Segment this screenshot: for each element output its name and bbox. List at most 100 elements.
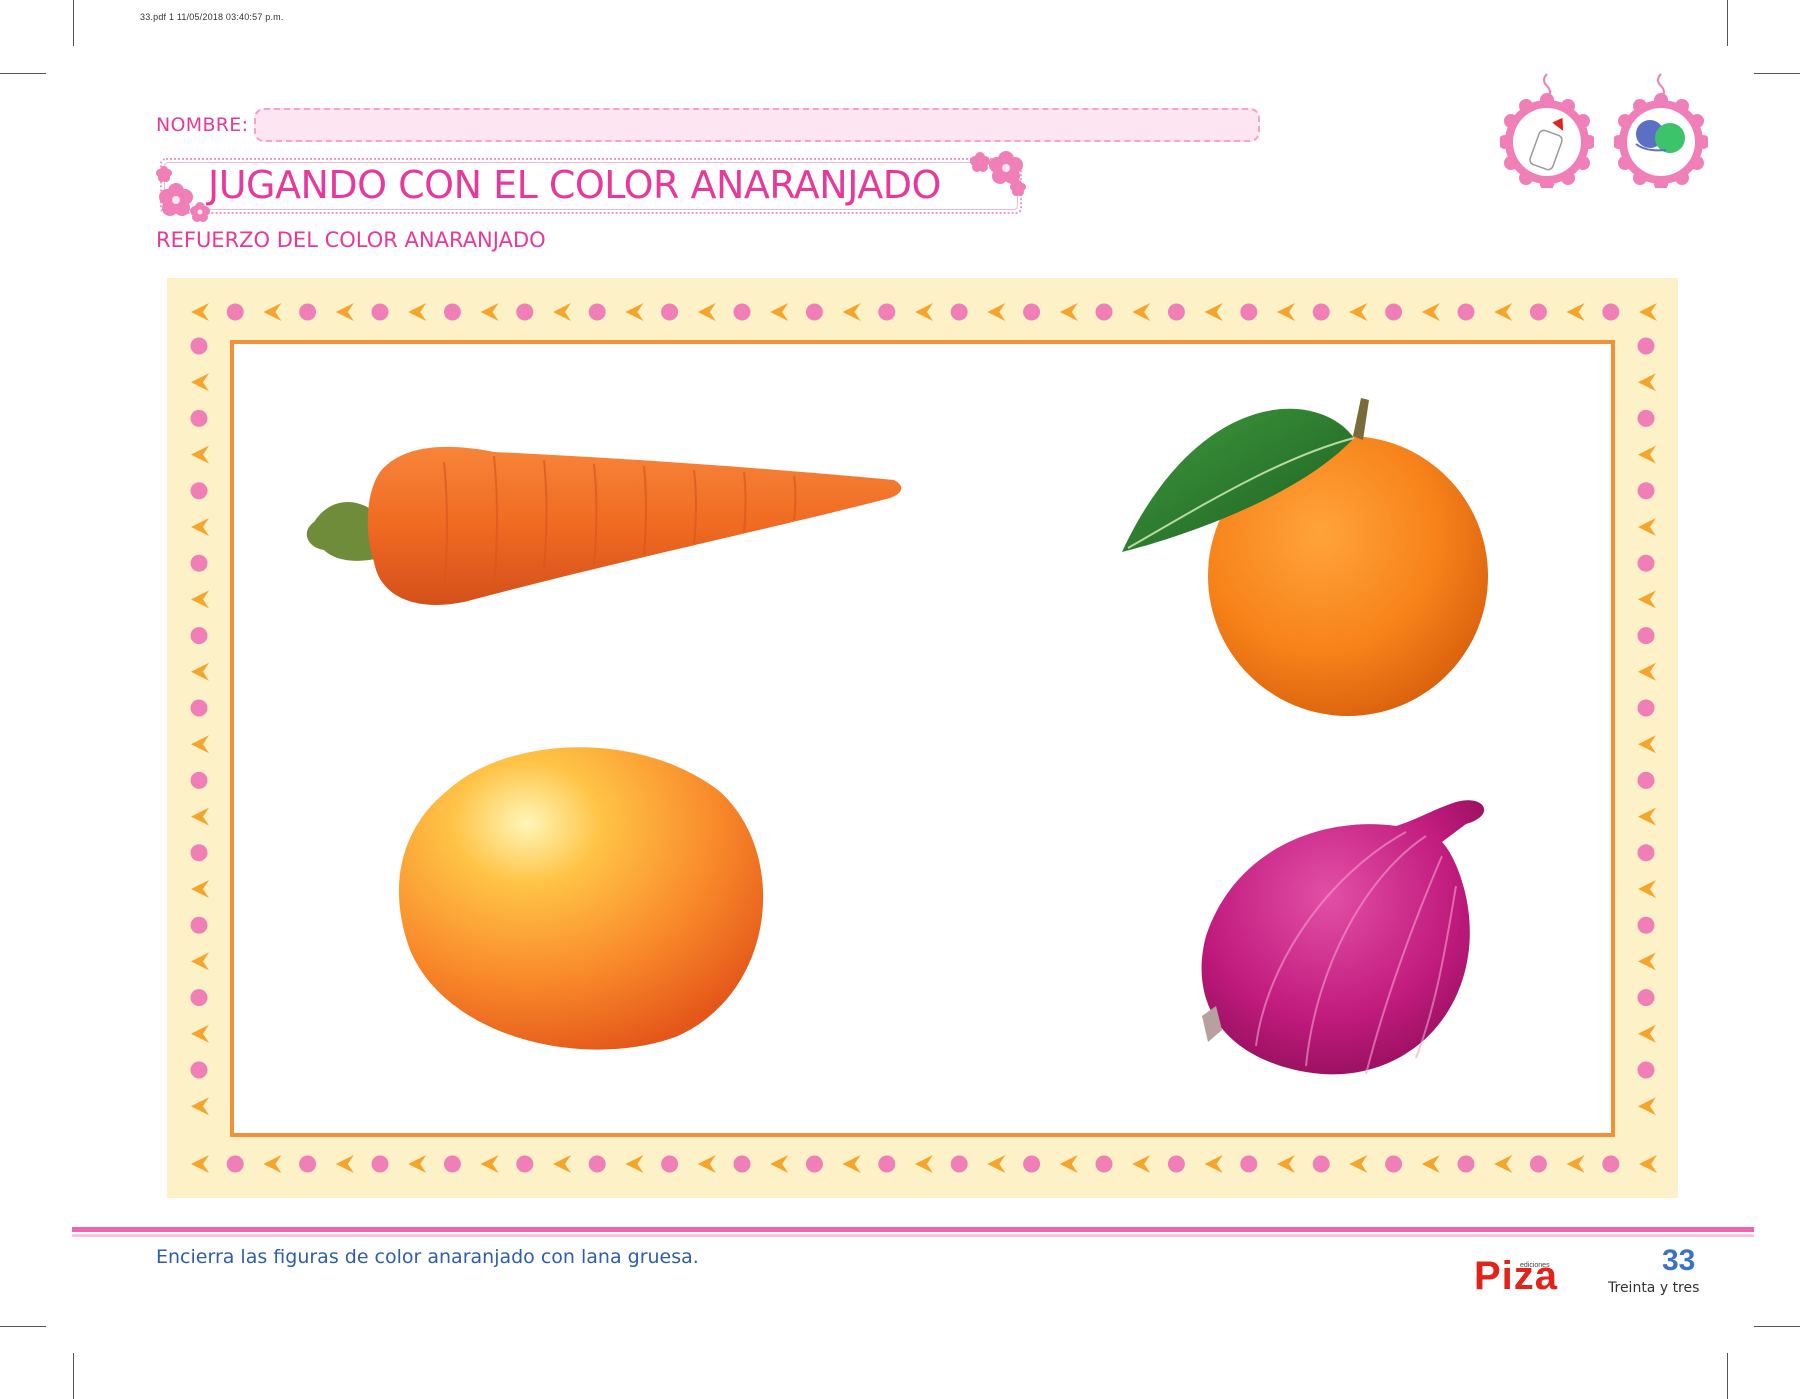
border-dot xyxy=(443,1155,461,1173)
border-arrow xyxy=(1059,303,1078,321)
border-dot xyxy=(1167,1155,1185,1173)
border-arrow xyxy=(553,1155,571,1173)
crop-mark xyxy=(73,1353,74,1399)
border-arrow xyxy=(1638,662,1656,681)
border-arrow xyxy=(1638,373,1656,392)
border-dot xyxy=(190,916,208,934)
border-arrow xyxy=(191,662,209,681)
border-dot xyxy=(733,303,751,321)
border-arrow xyxy=(1639,1155,1657,1173)
border-dot xyxy=(371,303,389,321)
border-dot xyxy=(1457,303,1475,321)
brand-logo: Piza xyxy=(1474,1254,1559,1298)
border-dot xyxy=(226,1155,244,1173)
border-arrow xyxy=(1204,1155,1223,1173)
border-dot xyxy=(190,699,208,717)
border-dot xyxy=(190,337,208,355)
border-arrow xyxy=(625,1155,644,1173)
border-arrow xyxy=(1638,590,1656,609)
border-dot xyxy=(661,1155,679,1173)
border-dot xyxy=(1023,303,1041,321)
border-dot xyxy=(1095,303,1113,321)
border-arrow xyxy=(191,1097,209,1116)
border-dot xyxy=(299,303,317,321)
border-dot xyxy=(516,1155,534,1173)
border-dot xyxy=(950,1155,968,1173)
border-arrow xyxy=(1566,303,1585,321)
border-arrow xyxy=(408,303,427,321)
border-dot xyxy=(1240,303,1258,321)
glue-badge xyxy=(1500,73,1594,188)
name-field[interactable] xyxy=(254,108,1260,142)
border-arrow xyxy=(915,1155,933,1173)
border-arrow xyxy=(1639,303,1657,321)
border-arrow xyxy=(1059,1155,1078,1173)
orange-image[interactable] xyxy=(1118,398,1490,718)
border-arrow xyxy=(1638,952,1656,971)
carrot-image[interactable] xyxy=(294,432,914,618)
border-arrow xyxy=(1349,303,1368,321)
page-subtitle: REFUERZO DEL COLOR ANARANJADO xyxy=(156,228,546,252)
crop-mark xyxy=(0,73,46,74)
crop-mark xyxy=(1727,0,1728,46)
border-arrow xyxy=(625,303,644,321)
border-arrow xyxy=(191,373,209,392)
border-dot xyxy=(190,989,208,1007)
border-arrow xyxy=(1132,303,1151,321)
border-arrow xyxy=(987,303,1006,321)
border-dot xyxy=(878,303,896,321)
border-dot xyxy=(805,1155,823,1173)
border-arrow xyxy=(1421,303,1440,321)
file-info: 33.pdf 1 11/05/2018 03:40:57 p.m. xyxy=(140,12,284,22)
border-dot xyxy=(1602,1155,1620,1173)
red-onion-image[interactable] xyxy=(1196,796,1486,1078)
instruction-text: Encierra las figuras de color anaranjado… xyxy=(156,1246,699,1268)
crop-mark xyxy=(1727,1353,1728,1399)
border-dot xyxy=(1637,1061,1655,1079)
page-title: JUGANDO CON EL COLOR ANARANJADO xyxy=(208,163,941,207)
border-dot xyxy=(950,303,968,321)
crop-mark xyxy=(1754,1326,1800,1327)
border-arrow xyxy=(770,1155,789,1173)
border-arrow xyxy=(1638,807,1656,826)
border-arrow xyxy=(1638,1024,1656,1043)
border-arrow xyxy=(191,518,209,536)
border-arrow xyxy=(191,952,209,971)
border-dot xyxy=(1167,303,1185,321)
border-dot xyxy=(1312,1155,1330,1173)
border-dot xyxy=(1637,627,1655,645)
border-dot xyxy=(190,1061,208,1079)
border-dot xyxy=(443,303,461,321)
border-dot xyxy=(1637,844,1655,862)
border-arrow xyxy=(191,880,209,898)
border-dot xyxy=(1385,303,1403,321)
border-arrow xyxy=(842,303,861,321)
border-dot xyxy=(1529,303,1547,321)
border-arrow xyxy=(1566,1155,1585,1173)
border-arrow xyxy=(1132,1155,1151,1173)
crop-mark xyxy=(73,0,74,46)
border-dot xyxy=(1023,1155,1041,1173)
border-arrow xyxy=(770,303,789,321)
border-dot xyxy=(190,844,208,862)
border-arrow xyxy=(191,735,209,754)
border-arrow xyxy=(1494,303,1513,321)
border-dot xyxy=(190,771,208,789)
footer-divider-shadow xyxy=(72,1234,1754,1237)
border-dot xyxy=(1637,482,1655,500)
border-dot xyxy=(805,303,823,321)
border-arrow xyxy=(480,303,499,321)
border-arrow xyxy=(191,445,209,464)
border-dot xyxy=(190,627,208,645)
border-arrow xyxy=(1349,1155,1368,1173)
border-arrow xyxy=(1638,445,1656,464)
border-arrow xyxy=(335,303,354,321)
mango-image[interactable] xyxy=(388,740,774,1056)
border-arrow xyxy=(191,1155,209,1173)
border-arrow xyxy=(915,303,933,321)
border-dot xyxy=(1637,916,1655,934)
border-dot xyxy=(299,1155,317,1173)
border-arrow xyxy=(191,807,209,826)
border-arrow xyxy=(480,1155,499,1173)
border-arrow xyxy=(697,303,716,321)
